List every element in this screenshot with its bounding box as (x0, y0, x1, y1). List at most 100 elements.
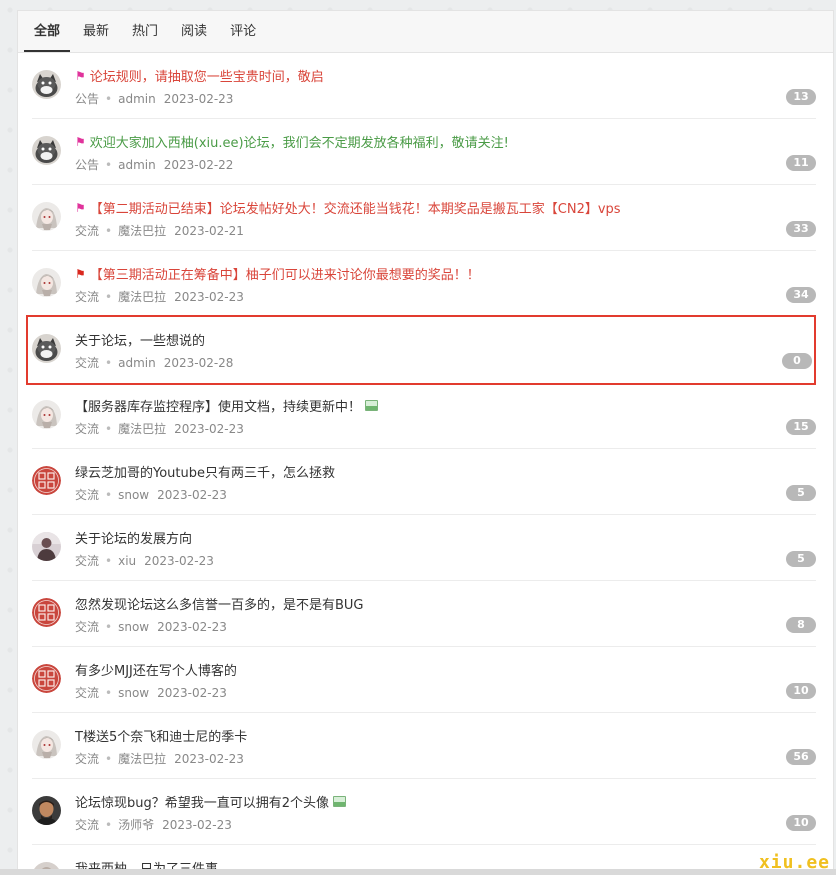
avatar[interactable] (32, 400, 61, 429)
topic-author[interactable]: admin (118, 356, 156, 370)
topic-row[interactable]: 【服务器库存监控程序】使用文档，持续更新中！ 交流 • 魔法巴拉 2023-02-23 1… (32, 383, 816, 449)
topic-title[interactable]: ⚑ 【第三期活动正在筹备中】柚子们可以进来讨论你最想要的奖品！！ (75, 264, 480, 284)
topic-title-text[interactable]: 绿云芝加哥的Youtube只有两三千，怎么拯救 (75, 462, 335, 481)
tab-hot[interactable]: 热门 (122, 22, 168, 52)
topic-meta: 交流 • 魔法巴拉 2023-02-23 (75, 750, 244, 767)
topic-row[interactable]: 有多少MJJ还在写个人博客的 交流 • snow 2023-02-23 10 (32, 647, 816, 713)
topic-title[interactable]: 绿云芝加哥的Youtube只有两三千，怎么拯救 (75, 462, 335, 481)
topic-author[interactable]: admin (118, 158, 156, 172)
site-watermark: xiu.ee (758, 852, 830, 873)
topic-title[interactable]: ⚑ 【第二期活动已结束】论坛发帖好处大！交流还能当钱花！本期奖品是搬瓦工家【CN2… (75, 198, 621, 218)
reply-count-badge: 10 (786, 815, 816, 831)
topic-category[interactable]: 交流 (75, 488, 99, 502)
topic-date: 2023-02-23 (162, 818, 232, 832)
topic-category[interactable]: 公告 (75, 92, 99, 106)
avatar[interactable] (32, 268, 61, 297)
topic-row[interactable]: ⚑ 【第二期活动已结束】论坛发帖好处大！交流还能当钱花！本期奖品是搬瓦工家【CN2… (32, 185, 816, 251)
avatar[interactable] (32, 202, 61, 231)
topic-author[interactable]: 魔法巴拉 (118, 422, 166, 436)
avatar[interactable] (32, 466, 61, 495)
topic-author[interactable]: admin (118, 92, 156, 106)
topic-title[interactable]: 忽然发现论坛这么多信誉一百多的，是不是有BUG (75, 594, 364, 613)
topic-category[interactable]: 公告 (75, 158, 99, 172)
topic-category[interactable]: 交流 (75, 422, 99, 436)
topic-category[interactable]: 交流 (75, 818, 99, 832)
topic-category[interactable]: 交流 (75, 686, 99, 700)
separator-dot-icon: • (105, 290, 113, 304)
topic-meta: 公告 • admin 2023-02-22 (75, 156, 233, 173)
topic-title-text[interactable]: 欢迎大家加入西柚(xiu.ee)论坛，我们会不定期发放各种福利，敬请关注! (90, 132, 509, 151)
topic-row[interactable]: 论坛惊现bug？希望我一直可以拥有2个头像 交流 • 汤师爷 2023-02-23 10 (32, 779, 816, 845)
reply-count-badge: 5 (786, 551, 816, 567)
topic-title-text[interactable]: 忽然发现论坛这么多信誉一百多的，是不是有BUG (75, 594, 364, 613)
topic-date: 2023-02-21 (174, 224, 244, 238)
topic-category[interactable]: 交流 (75, 290, 99, 304)
topic-row[interactable]: 关于论坛的发展方向 交流 • xiu 2023-02-23 5 (32, 515, 816, 581)
topic-row[interactable]: 绿云芝加哥的Youtube只有两三千，怎么拯救 交流 • snow 2023-02-23… (32, 449, 816, 515)
topic-title-text[interactable]: 【第二期活动已结束】论坛发帖好处大！交流还能当钱花！本期奖品是搬瓦工家【CN2】… (90, 198, 621, 217)
avatar[interactable] (32, 730, 61, 759)
topic-meta: 交流 • 魔法巴拉 2023-02-21 (75, 222, 244, 239)
topic-meta: 交流 • snow 2023-02-23 (75, 618, 227, 635)
topic-title[interactable]: ⚑ 论坛规则，请抽取您一些宝贵时间，敬启 (75, 66, 324, 86)
topic-row[interactable]: ⚑ 欢迎大家加入西柚(xiu.ee)论坛，我们会不定期发放各种福利，敬请关注! 公告… (32, 119, 816, 185)
tab-latest[interactable]: 最新 (73, 22, 119, 52)
tab-all[interactable]: 全部 (24, 22, 71, 52)
pinned-flag-icon: ⚑ (75, 134, 86, 149)
topic-title-text[interactable]: 关于论坛，一些想说的 (75, 330, 205, 349)
topic-date: 2023-02-28 (163, 356, 234, 370)
topic-category[interactable]: 交流 (75, 554, 99, 568)
topic-author[interactable]: xiu (118, 554, 136, 568)
topic-category[interactable]: 交流 (75, 752, 99, 766)
topic-title[interactable]: 论坛惊现bug？希望我一直可以拥有2个头像 (75, 792, 347, 811)
topic-title-text[interactable]: 论坛惊现bug？希望我一直可以拥有2个头像 (75, 792, 329, 811)
topic-title-text[interactable]: 论坛规则，请抽取您一些宝贵时间，敬启 (90, 66, 324, 85)
topic-author[interactable]: snow (118, 620, 149, 634)
topic-title-text[interactable]: 有多少MJJ还在写个人博客的 (75, 660, 237, 679)
topic-author[interactable]: 魔法巴拉 (118, 224, 166, 238)
topic-list-panel: 全部 最新 热门 阅读 评论 ⚑ 论坛规则，请抽取您一些宝贵时间，敬启 公告 • adm… (17, 10, 834, 875)
topic-title[interactable]: T楼送5个奈飞和迪士尼的季卡 (75, 726, 247, 745)
topic-row[interactable]: ⚑ 【第三期活动正在筹备中】柚子们可以进来讨论你最想要的奖品！！ 交流 • 魔法巴拉 20… (32, 251, 816, 317)
avatar[interactable] (32, 598, 61, 627)
topic-date: 2023-02-23 (157, 686, 227, 700)
topic-row[interactable]: 关于论坛，一些想说的 交流 • admin 2023-02-28 0 (26, 315, 816, 385)
topic-date: 2023-02-23 (174, 422, 244, 436)
topic-title[interactable]: 【服务器库存监控程序】使用文档，持续更新中！ (75, 396, 379, 415)
avatar[interactable] (32, 796, 61, 825)
topic-title-text[interactable]: T楼送5个奈飞和迪士尼的季卡 (75, 726, 247, 745)
separator-dot-icon: • (105, 488, 113, 502)
topic-title[interactable]: ⚑ 欢迎大家加入西柚(xiu.ee)论坛，我们会不定期发放各种福利，敬请关注! (75, 132, 509, 152)
topic-title-text[interactable]: 【第三期活动正在筹备中】柚子们可以进来讨论你最想要的奖品！！ (90, 264, 480, 283)
topic-row[interactable]: 忽然发现论坛这么多信誉一百多的，是不是有BUG 交流 • snow 2023-02-23… (32, 581, 816, 647)
topic-date: 2023-02-23 (174, 752, 244, 766)
topic-title-text[interactable]: 关于论坛的发展方向 (75, 528, 192, 547)
topic-title-text[interactable]: 【服务器库存监控程序】使用文档，持续更新中！ (75, 396, 361, 415)
topic-date: 2023-02-23 (144, 554, 214, 568)
separator-dot-icon: • (105, 752, 113, 766)
topic-date: 2023-02-22 (163, 158, 234, 172)
topic-category[interactable]: 交流 (75, 224, 99, 238)
avatar[interactable] (32, 70, 61, 99)
topic-author[interactable]: snow (118, 686, 149, 700)
topic-title[interactable]: 有多少MJJ还在写个人博客的 (75, 660, 237, 679)
topic-author[interactable]: 魔法巴拉 (118, 290, 166, 304)
avatar[interactable] (32, 664, 61, 693)
tab-comments[interactable]: 评论 (220, 22, 266, 52)
topic-author[interactable]: 汤师爷 (118, 818, 154, 832)
topic-category[interactable]: 交流 (75, 620, 99, 634)
topic-row[interactable]: ⚑ 论坛规则，请抽取您一些宝贵时间，敬启 公告 • admin 2023-02-23 13 (32, 53, 816, 119)
bottom-bar (0, 869, 836, 875)
topic-author[interactable]: snow (118, 488, 149, 502)
avatar[interactable] (32, 136, 61, 165)
topic-list: ⚑ 论坛规则，请抽取您一些宝贵时间，敬启 公告 • admin 2023-02-23 13 ⚑… (18, 53, 833, 875)
tab-reads[interactable]: 阅读 (171, 22, 217, 52)
avatar[interactable] (32, 334, 61, 363)
topic-category[interactable]: 交流 (75, 356, 99, 370)
topic-row[interactable]: T楼送5个奈飞和迪士尼的季卡 交流 • 魔法巴拉 2023-02-23 56 (32, 713, 816, 779)
topic-title[interactable]: 关于论坛，一些想说的 (75, 330, 205, 349)
topic-author[interactable]: 魔法巴拉 (118, 752, 166, 766)
avatar[interactable] (32, 532, 61, 561)
topic-title[interactable]: 关于论坛的发展方向 (75, 528, 192, 547)
separator-dot-icon: • (105, 158, 113, 172)
